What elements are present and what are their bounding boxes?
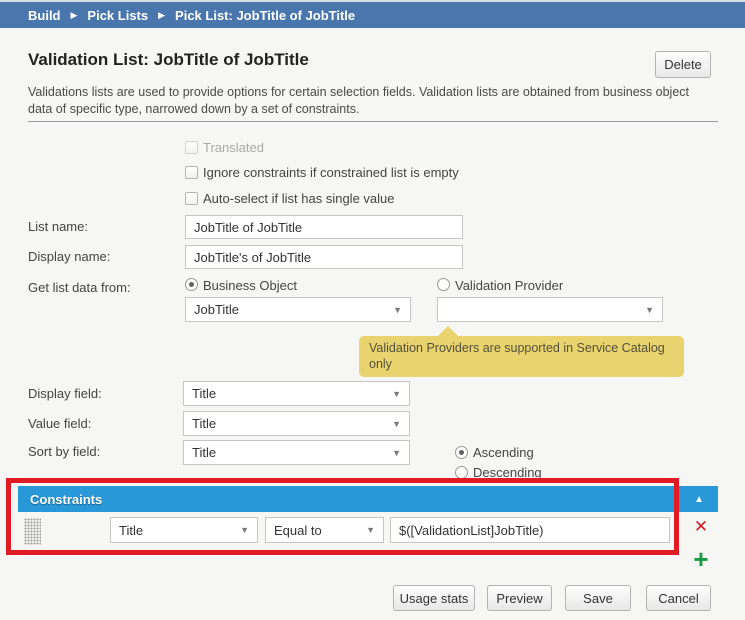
list-name-input[interactable] xyxy=(185,215,463,239)
breadcrumb: Build ▶ Pick Lists ▶ Pick List: JobTitle… xyxy=(0,0,745,28)
validation-provider-label: Validation Provider xyxy=(455,278,563,293)
constraints-title: Constraints xyxy=(30,492,102,507)
display-field-dropdown[interactable]: Title ▼ xyxy=(183,381,410,406)
value-field-label: Value field: xyxy=(28,416,91,431)
breadcrumb-arrow-icon: ▶ xyxy=(71,10,78,21)
breadcrumb-item-build[interactable]: Build xyxy=(28,8,61,23)
list-name-label: List name: xyxy=(28,219,88,234)
sort-by-field-dropdown[interactable]: Title ▼ xyxy=(183,440,410,465)
auto-select-label: Auto-select if list has single value xyxy=(203,191,394,206)
preview-button[interactable]: Preview xyxy=(487,585,552,611)
cancel-button[interactable]: Cancel xyxy=(646,585,711,611)
chevron-down-icon: ▼ xyxy=(366,525,375,535)
chevron-down-icon: ▼ xyxy=(392,419,401,429)
chevron-down-icon: ▼ xyxy=(393,305,402,315)
add-constraint-icon[interactable]: + xyxy=(689,546,713,572)
display-field-dropdown-value: Title xyxy=(192,386,388,401)
ascending-radio[interactable] xyxy=(455,446,468,459)
sort-by-field-label: Sort by field: xyxy=(28,444,100,459)
validation-provider-dropdown[interactable]: ▼ xyxy=(437,297,663,322)
constraint-value-input[interactable] xyxy=(390,517,670,543)
business-object-label: Business Object xyxy=(203,278,297,293)
business-object-dropdown-value: JobTitle xyxy=(194,302,389,317)
breadcrumb-item-current: Pick List: JobTitle of JobTitle xyxy=(175,8,355,23)
drag-handle-icon[interactable] xyxy=(24,518,41,545)
validation-provider-radio[interactable] xyxy=(437,278,450,291)
display-field-label: Display field: xyxy=(28,386,102,401)
breadcrumb-item-pick-lists[interactable]: Pick Lists xyxy=(87,8,148,23)
ascending-label: Ascending xyxy=(473,445,534,460)
descending-radio[interactable] xyxy=(455,466,468,479)
business-object-dropdown[interactable]: JobTitle ▼ xyxy=(185,297,411,322)
display-name-label: Display name: xyxy=(28,249,110,264)
validation-list-editor: Build ▶ Pick Lists ▶ Pick List: JobTitle… xyxy=(0,0,745,620)
business-object-radio[interactable] xyxy=(185,278,198,291)
page-title: Validation List: JobTitle of JobTitle xyxy=(28,50,309,70)
chevron-down-icon: ▼ xyxy=(240,525,249,535)
constraints-section-header: Constraints ▲ xyxy=(18,486,718,512)
ignore-constraints-label: Ignore constraints if constrained list i… xyxy=(203,165,459,180)
page-description: Validations lists are used to provide op… xyxy=(28,84,696,118)
constraint-field-dropdown[interactable]: Title ▼ xyxy=(110,517,258,543)
ignore-constraints-checkbox[interactable] xyxy=(185,166,198,179)
translated-checkbox xyxy=(185,141,198,154)
collapse-arrow-icon[interactable]: ▲ xyxy=(694,494,704,505)
validation-provider-tooltip: Validation Providers are supported in Se… xyxy=(359,336,684,377)
constraint-operator-value: Equal to xyxy=(274,523,362,538)
sort-by-field-dropdown-value: Title xyxy=(192,445,388,460)
auto-select-checkbox[interactable] xyxy=(185,192,198,205)
display-name-input[interactable] xyxy=(185,245,463,269)
remove-constraint-icon[interactable]: ✕ xyxy=(691,517,711,537)
chevron-down-icon: ▼ xyxy=(392,448,401,458)
divider xyxy=(28,121,718,122)
descending-label: Descending xyxy=(473,465,542,480)
constraint-operator-dropdown[interactable]: Equal to ▼ xyxy=(265,517,384,543)
chevron-down-icon: ▼ xyxy=(645,305,654,315)
get-list-data-from-label: Get list data from: xyxy=(28,280,131,295)
usage-stats-button[interactable]: Usage stats xyxy=(393,585,475,611)
value-field-dropdown-value: Title xyxy=(192,416,388,431)
delete-button[interactable]: Delete xyxy=(655,51,711,78)
translated-label: Translated xyxy=(203,140,264,155)
constraint-field-value: Title xyxy=(119,523,236,538)
chevron-down-icon: ▼ xyxy=(392,389,401,399)
breadcrumb-arrow-icon: ▶ xyxy=(158,10,165,21)
value-field-dropdown[interactable]: Title ▼ xyxy=(183,411,410,436)
save-button[interactable]: Save xyxy=(565,585,631,611)
